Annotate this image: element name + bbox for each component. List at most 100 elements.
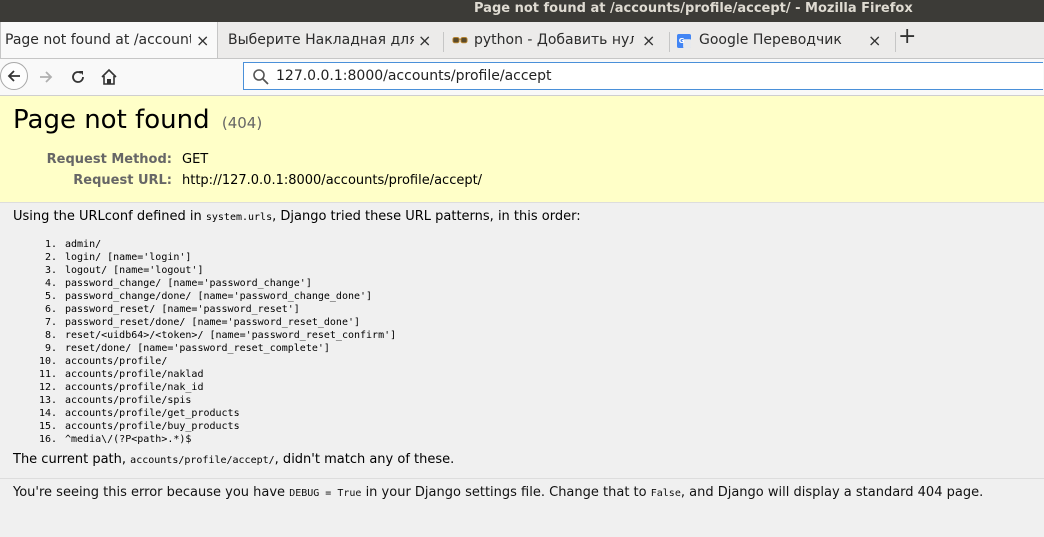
tab-label: python - Добавить нули: [474, 32, 634, 48]
page-title: Page not found (404): [13, 105, 262, 135]
list-item: 13. accounts/profile/spis: [39, 394, 396, 407]
pattern-number: 12.: [38, 382, 57, 393]
home-button[interactable]: [96, 64, 122, 90]
tab-separator: [443, 32, 444, 52]
list-item: 3. logout/ [name='logout']: [45, 264, 396, 277]
list-item: 16. ^media\/(?P<path>.*)$: [39, 433, 396, 446]
pattern-text: password_reset/done/ [name='password_res…: [65, 317, 361, 328]
pattern-text: ^media\/(?P<path>.*)$: [65, 434, 192, 445]
reload-icon: [72, 71, 84, 83]
pattern-number: 14.: [38, 408, 57, 419]
tab-separator: [669, 32, 670, 52]
pattern-number: 4.: [44, 278, 57, 289]
window-title: Page not found at /accounts/profile/acce…: [474, 1, 913, 16]
tab-label: Google Переводчик: [699, 32, 842, 48]
pattern-number: 5.: [44, 291, 57, 302]
pattern-text: admin/: [65, 239, 102, 250]
pattern-number: 2.: [44, 252, 57, 263]
list-item: 12. accounts/profile/nak_id: [39, 381, 396, 394]
svg-text:G: G: [679, 37, 685, 45]
list-item: 1. admin/: [45, 238, 396, 251]
current-text: The current path,: [13, 452, 131, 467]
arrow-left-icon: [7, 70, 20, 82]
tab-separator: [895, 32, 896, 52]
request-method-label: Request Method:: [46, 152, 172, 167]
list-item: 9. reset/done/ [name='password_reset_comp…: [45, 342, 396, 355]
explanation-part: , and Django will display a standard 404…: [680, 485, 984, 500]
pattern-number: 8.: [44, 330, 57, 341]
pattern-text: accounts/profile/naklad: [65, 369, 204, 380]
explanation-section: You're seeing this error because you hav…: [0, 478, 1044, 537]
urlconf-info: Using the URLconf defined in system.urls…: [13, 209, 581, 224]
pattern-number: 13.: [38, 395, 57, 406]
request-url-value: http://127.0.0.1:8000/accounts/profile/a…: [182, 173, 483, 188]
list-item: 7. password_reset/done/ [name='password_r…: [45, 316, 396, 329]
summary-section: Page not found (404) Request Method: GET…: [0, 96, 1044, 203]
pattern-number: 3.: [44, 265, 57, 276]
navigation-bar: [0, 59, 1044, 96]
pattern-text: login/ [name='login']: [65, 252, 192, 263]
google-translate-icon: G: [677, 34, 691, 48]
tab-page-not-found[interactable]: Page not found at /accounts ×: [0, 22, 218, 58]
current-path: accounts/profile/accept/: [130, 455, 275, 466]
tab-close-icon[interactable]: ×: [642, 31, 655, 50]
info-text: Using the URLconf defined in: [13, 209, 206, 224]
back-button[interactable]: [0, 62, 28, 90]
list-item: 10. accounts/profile/: [39, 355, 396, 368]
url-bar[interactable]: [243, 62, 1043, 90]
list-item: 4. password_change/ [name='password_chang…: [45, 277, 396, 290]
false-value: False: [650, 488, 681, 499]
pattern-text: accounts/profile/buy_products: [65, 421, 240, 432]
status-code: (404): [221, 114, 263, 132]
list-item: 15. accounts/profile/buy_products: [39, 420, 396, 433]
arrow-right-icon: [40, 71, 53, 83]
tab-python[interactable]: python - Добавить нули ×: [446, 26, 668, 54]
window-titlebar: Page not found at /accounts/profile/acce…: [0, 0, 1044, 22]
list-item: 5. password_change/done/ [name='password_…: [45, 290, 396, 303]
search-icon: [253, 69, 269, 85]
tab-strip: Page not found at /accounts × Выберите Н…: [0, 22, 1044, 59]
page-content: Page not found (404) Request Method: GET…: [0, 96, 1044, 537]
pattern-number: 11.: [38, 369, 57, 380]
pattern-text: accounts/profile/nak_id: [65, 382, 204, 393]
pattern-text: reset/<uidb64>/<token>/ [name='password_…: [65, 330, 397, 341]
pattern-number: 16.: [38, 434, 57, 445]
urlconf-module: system.urls: [205, 212, 273, 223]
pattern-text: password_change/done/ [name='password_ch…: [65, 291, 373, 302]
pattern-text: password_change/ [name='password_change'…: [65, 278, 312, 289]
glasses-icon: [452, 37, 468, 44]
pattern-text: accounts/profile/spis: [65, 395, 192, 406]
pattern-text: logout/ [name='logout']: [65, 265, 204, 276]
url-patterns-list: 1. admin/ 2. login/ [name='login'] 3. logou…: [13, 238, 396, 446]
tab-naklad[interactable]: Выберите Накладная для и ×: [220, 26, 442, 54]
current-text: , didn't match any of these.: [274, 452, 455, 467]
url-input[interactable]: [276, 66, 1016, 86]
pattern-text: password_reset/ [name='password_reset']: [65, 304, 300, 315]
list-item: 11. accounts/profile/naklad: [39, 368, 396, 381]
reload-button[interactable]: [65, 64, 91, 90]
forward-button[interactable]: [33, 64, 59, 90]
page-title-text: Page not found: [13, 105, 210, 135]
new-tab-button[interactable]: +: [898, 26, 916, 48]
current-path-message: The current path, accounts/profile/accep…: [13, 452, 454, 467]
pattern-number: 15.: [38, 421, 57, 432]
home-icon: [101, 68, 117, 85]
list-item: 14. accounts/profile/get_products: [39, 407, 396, 420]
explanation-part: in your Django settings file. Change tha…: [361, 485, 651, 500]
list-item: 6. password_reset/ [name='password_reset'…: [45, 303, 396, 316]
list-item: 2. login/ [name='login']: [45, 251, 396, 264]
pattern-number: 10.: [38, 356, 57, 367]
tab-close-icon[interactable]: ×: [196, 31, 209, 50]
info-text: , Django tried these URL patterns, in th…: [272, 209, 581, 224]
tab-google-translate[interactable]: G Google Переводчик ×: [672, 26, 894, 54]
tab-close-icon[interactable]: ×: [418, 31, 431, 50]
explanation-text: You're seeing this error because you hav…: [13, 485, 983, 500]
pattern-text: accounts/profile/get_products: [65, 408, 240, 419]
request-url-label: Request URL:: [73, 173, 172, 188]
list-item: 8. reset/<uidb64>/<token>/ [name='passwor…: [45, 329, 397, 342]
tab-label: Page not found at /accounts: [5, 32, 191, 48]
tab-label: Выберите Накладная для и: [228, 32, 414, 48]
pattern-number: 6.: [44, 304, 57, 315]
tab-close-icon[interactable]: ×: [868, 31, 881, 50]
pattern-text: reset/done/ [name='password_reset_comple…: [65, 343, 330, 354]
